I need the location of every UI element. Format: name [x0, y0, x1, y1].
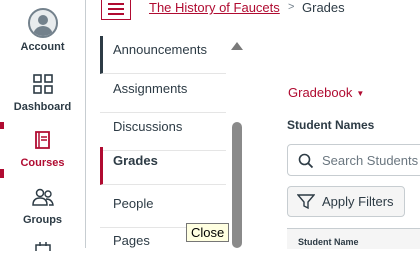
student-search-input[interactable]: Search Students	[287, 144, 420, 176]
close-tooltip: Close	[186, 223, 230, 242]
global-nav: Account Dashboard Courses Groups	[0, 0, 86, 254]
caret-down-icon: ▼	[356, 89, 365, 98]
calendar-icon	[34, 242, 51, 254]
people-icon	[31, 188, 54, 206]
search-icon	[298, 153, 314, 169]
global-nav-dashboard[interactable]: Dashboard	[0, 73, 85, 113]
global-nav-account[interactable]: Account	[0, 8, 85, 53]
gradebook-table-header: Student Name	[287, 228, 420, 249]
scrollbar-thumb[interactable]	[232, 122, 242, 248]
dashboard-grid-icon	[32, 74, 53, 94]
breadcrumb-course-link[interactable]: The History of Faucets	[149, 0, 280, 15]
breadcrumb-current: Grades	[302, 0, 345, 15]
global-nav-courses-label: Courses	[20, 157, 65, 169]
search-placeholder: Search Students	[322, 153, 419, 168]
course-nav-announcements[interactable]: Announcements	[100, 36, 226, 74]
breadcrumb-separator: >	[288, 1, 295, 13]
book-icon	[34, 131, 50, 149]
course-nav-grades[interactable]: Grades	[100, 147, 226, 185]
course-menu-toggle-button[interactable]	[101, 0, 131, 20]
global-nav-groups-label: Groups	[22, 214, 63, 226]
global-nav-groups[interactable]: Groups	[0, 188, 85, 226]
course-nav-assignments[interactable]: Assignments	[100, 75, 226, 113]
gradebook-menu-button[interactable]: Gradebook ▼	[288, 85, 364, 100]
scroll-up-arrow-icon[interactable]	[231, 42, 243, 50]
global-nav-account-label: Account	[20, 41, 65, 53]
global-nav-courses[interactable]: Courses	[0, 129, 85, 169]
apply-filters-label: Apply Filters	[322, 194, 394, 209]
global-nav-dashboard-label: Dashboard	[13, 101, 72, 113]
filter-funnel-icon	[297, 194, 315, 210]
apply-filters-button[interactable]: Apply Filters	[287, 186, 405, 217]
course-nav-discussions[interactable]: Discussions	[100, 113, 226, 151]
user-avatar-icon	[27, 8, 58, 38]
student-name-column-header[interactable]: Student Name	[298, 237, 359, 247]
gradebook-menu-label: Gradebook	[288, 85, 353, 100]
student-names-label: Student Names	[287, 118, 375, 132]
